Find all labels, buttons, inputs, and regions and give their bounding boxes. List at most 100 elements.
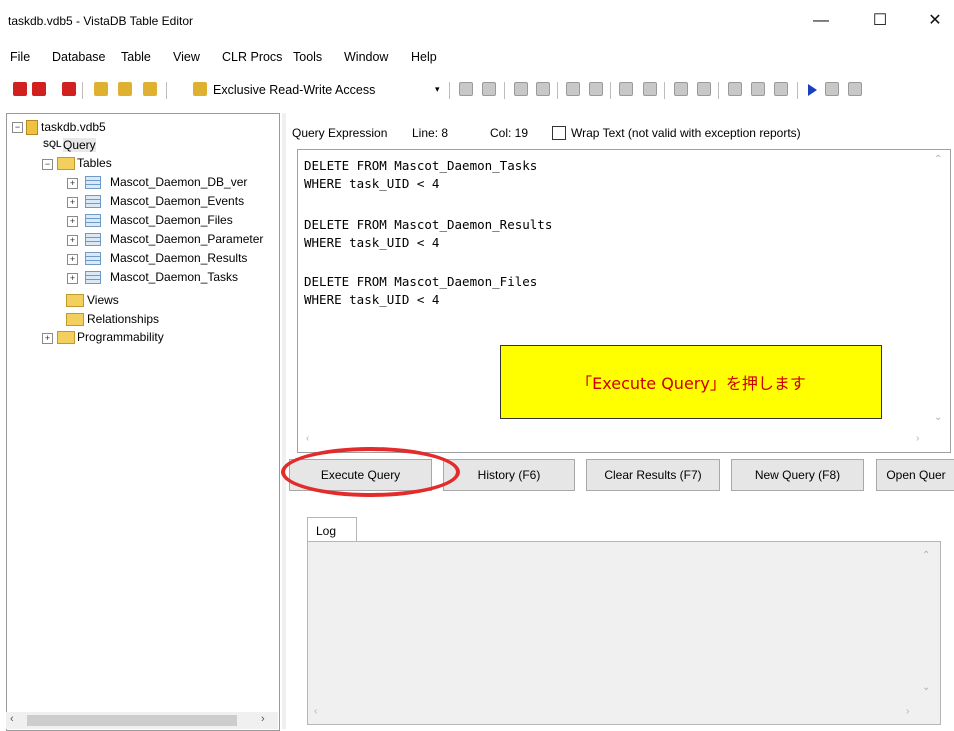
tools-disabled-icon[interactable]	[774, 82, 788, 96]
query-expression-label: Query Expression	[292, 126, 388, 140]
panel-splitter[interactable]	[282, 113, 286, 729]
scroll-left-icon[interactable]: ‹	[306, 433, 309, 444]
menu-tools[interactable]: Tools	[293, 50, 322, 64]
sql-save-icon[interactable]	[143, 82, 157, 96]
scroll-right-icon[interactable]: ›	[906, 706, 909, 717]
tree-tables[interactable]: Tables	[77, 156, 112, 170]
toolbar-separator	[82, 82, 83, 99]
wrap-text-checkbox[interactable]	[552, 126, 566, 140]
tree-table-item[interactable]: Mascot_Daemon_Tasks	[110, 270, 238, 284]
scrollbar-thumb[interactable]	[27, 715, 237, 726]
access-mode-dropdown[interactable]: Exclusive Read-Write Access	[213, 83, 375, 97]
tree-table-item[interactable]: Mascot_Daemon_Results	[110, 251, 247, 265]
step-icon[interactable]	[825, 82, 839, 96]
toolbar-separator	[449, 82, 450, 99]
script-delete-icon[interactable]	[751, 82, 765, 96]
scroll-left-icon[interactable]: ‹	[10, 713, 14, 725]
scroll-right-icon[interactable]: ›	[916, 433, 919, 444]
menu-clr-procs[interactable]: CLR Procs	[222, 50, 282, 64]
code-line: DELETE FROM Mascot_Daemon_Tasks	[304, 158, 538, 173]
menu-window[interactable]: Window	[344, 50, 388, 64]
scroll-left-icon[interactable]: ‹	[314, 706, 317, 717]
history-button[interactable]: History (F6)	[443, 459, 575, 491]
tab-log[interactable]: Log	[307, 517, 357, 542]
index-icon[interactable]	[619, 82, 633, 96]
scroll-down-icon[interactable]: ⌄	[934, 412, 942, 423]
sql-open-icon[interactable]	[118, 82, 132, 96]
key-icon[interactable]	[674, 82, 688, 96]
toolbar-separator	[610, 82, 611, 99]
index-delete-icon[interactable]	[643, 82, 657, 96]
scroll-up-icon[interactable]: ⌃	[934, 154, 942, 165]
toolbar-separator	[166, 82, 167, 99]
menu-database[interactable]: Database	[52, 50, 106, 64]
expand-icon[interactable]: +	[67, 254, 78, 265]
tree-table-item[interactable]: Mascot_Daemon_DB_ver	[110, 175, 247, 189]
folder-icon	[57, 331, 75, 344]
table-icon	[85, 195, 101, 208]
expand-icon[interactable]: +	[67, 216, 78, 227]
key-delete-icon[interactable]	[697, 82, 711, 96]
expand-icon[interactable]: +	[67, 178, 78, 189]
table-icon	[85, 176, 101, 189]
expand-icon[interactable]: +	[67, 273, 78, 284]
tree-views[interactable]: Views	[87, 293, 119, 307]
close-button[interactable]: ✕	[912, 6, 954, 36]
refresh-icon[interactable]	[848, 82, 862, 96]
toolbar-separator	[718, 82, 719, 99]
menu-view[interactable]: View	[173, 50, 200, 64]
annotation-text: 「Execute Query」を押します	[576, 374, 806, 393]
window-title: taskdb.vdb5 - VistaDB Table Editor	[8, 14, 193, 28]
tree-table-item[interactable]: Mascot_Daemon_Parameter	[110, 232, 263, 246]
menu-table[interactable]: Table	[121, 50, 151, 64]
tree-table-item[interactable]: Mascot_Daemon_Events	[110, 194, 244, 208]
tree-relationships[interactable]: Relationships	[87, 312, 159, 326]
expand-icon[interactable]: +	[42, 333, 53, 344]
expand-icon[interactable]: +	[67, 235, 78, 246]
line-indicator: Line: 8	[412, 126, 449, 140]
code-line: WHERE task_UID < 4	[304, 235, 440, 250]
relation-delete-icon[interactable]	[589, 82, 603, 96]
collapse-icon[interactable]: −	[12, 122, 23, 133]
form-delete-icon[interactable]	[536, 82, 550, 96]
grid-delete-icon[interactable]	[482, 82, 496, 96]
expand-icon[interactable]: +	[67, 197, 78, 208]
table-icon	[85, 271, 101, 284]
menu-help[interactable]: Help	[411, 50, 437, 64]
scroll-right-icon[interactable]: ›	[261, 713, 265, 725]
collapse-icon[interactable]: −	[42, 159, 53, 170]
menu-bar: File Database Table View CLR Procs Tools…	[0, 48, 954, 68]
log-panel: Log ⌃ ⌄ ‹ ›	[297, 510, 949, 729]
toolbar-separator	[664, 82, 665, 99]
title-bar: taskdb.vdb5 - VistaDB Table Editor — ☐ ✕	[0, 0, 954, 40]
script-icon[interactable]	[728, 82, 742, 96]
sql-icon[interactable]	[94, 82, 108, 96]
database-tree: − taskdb.vdb5 SQL Query − Tables + Masco…	[6, 113, 280, 731]
log-output[interactable]: ⌃ ⌄ ‹ ›	[307, 541, 941, 725]
tree-database[interactable]: taskdb.vdb5	[41, 120, 106, 134]
relation-icon[interactable]	[566, 82, 580, 96]
grid-icon[interactable]	[459, 82, 473, 96]
database-icon	[26, 120, 38, 135]
form-icon[interactable]	[514, 82, 528, 96]
run-icon[interactable]	[808, 84, 817, 96]
open-query-button[interactable]: Open Quer	[876, 459, 954, 491]
tree-query[interactable]: Query	[63, 138, 96, 152]
open-database-icon[interactable]	[13, 82, 27, 96]
dropdown-arrow-icon[interactable]: ▾	[435, 84, 440, 95]
folder-icon	[57, 157, 75, 170]
scroll-up-icon[interactable]: ⌃	[922, 550, 930, 561]
close-database-icon[interactable]	[62, 82, 76, 96]
minimize-button[interactable]: —	[798, 6, 844, 36]
access-mode-icon[interactable]	[193, 82, 207, 96]
scroll-down-icon[interactable]: ⌄	[922, 682, 930, 693]
new-query-button[interactable]: New Query (F8)	[731, 459, 864, 491]
menu-file[interactable]: File	[10, 50, 30, 64]
new-database-icon[interactable]	[32, 82, 46, 96]
tree-programmability[interactable]: Programmability	[77, 330, 164, 344]
maximize-button[interactable]: ☐	[857, 6, 903, 36]
log-tab-label: Log	[316, 524, 337, 538]
clear-results-button[interactable]: Clear Results (F7)	[586, 459, 720, 491]
tree-table-item[interactable]: Mascot_Daemon_Files	[110, 213, 233, 227]
tree-horizontal-scrollbar[interactable]: ‹ ›	[6, 712, 278, 729]
